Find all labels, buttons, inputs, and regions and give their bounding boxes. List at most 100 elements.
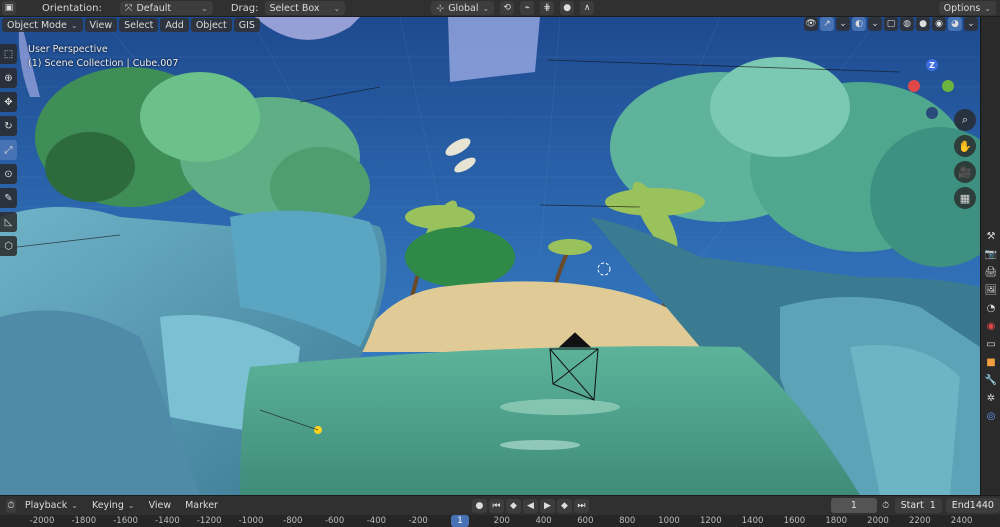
transform-tool-icon[interactable]: ⊙ [0, 164, 17, 184]
select-box-tool-icon[interactable]: ⬚ [0, 44, 17, 64]
zoom-icon[interactable]: ⌕ [954, 109, 976, 131]
timeline-view-menu[interactable]: View [144, 499, 177, 513]
chevron-down-icon: ⌄ [71, 501, 78, 510]
top-header-bar: ▣ Orientation: ⤧ Default ⌄ Drag: Select … [0, 0, 1000, 16]
snap-target-icon[interactable]: ⋕ [540, 1, 555, 15]
proportional-edit-icon[interactable]: ● [560, 1, 575, 15]
current-frame-marker[interactable]: 1 [451, 515, 469, 527]
modifier-properties-icon[interactable]: 🔧 [981, 371, 1000, 389]
falloff-icon[interactable]: ∧ [580, 1, 595, 15]
navigation-gizmo[interactable]: Z [902, 47, 962, 127]
tool-properties-icon[interactable]: ⚒ [981, 227, 1000, 245]
y-axis-icon[interactable] [942, 80, 954, 92]
view-menu[interactable]: View [84, 18, 118, 32]
ruler-tick-label: 2200 [908, 516, 931, 526]
prev-keyframe-icon[interactable]: ◆ [505, 498, 521, 513]
ruler-tick-label: 2000 [867, 516, 889, 526]
pan-hand-icon[interactable]: ✋ [954, 135, 976, 157]
view-layer-properties-icon[interactable]: 🖼 [981, 281, 1000, 299]
annotate-tool-icon[interactable]: ✎ [0, 188, 17, 208]
world-properties-icon[interactable]: ◉ [981, 317, 1000, 335]
solid-shading-icon[interactable]: ● [916, 17, 930, 31]
render-properties-icon[interactable]: 📷 [981, 245, 1000, 263]
object-properties-icon[interactable]: ■ [981, 353, 1000, 371]
pivot-icon[interactable]: ⟲ [500, 1, 515, 15]
next-keyframe-icon[interactable]: ◆ [556, 498, 572, 513]
drag-dropdown[interactable]: Select Box ⌄ [264, 1, 346, 15]
x-axis-icon[interactable] [908, 80, 920, 92]
ruler-tick-label: 2400 [950, 516, 973, 526]
rotate-tool-icon[interactable]: ↻ [0, 116, 17, 136]
ruler-tick-label: 1800 [825, 516, 848, 526]
jump-end-icon[interactable]: ⏭ [573, 498, 589, 513]
transform-orientation-dropdown[interactable]: ⊹ Global ⌄ [431, 1, 495, 15]
jump-start-icon[interactable]: ⏮ [488, 498, 504, 513]
axis-icon: ⊹ [436, 2, 445, 14]
chevron-down-icon[interactable]: ⌄ [868, 17, 882, 31]
marker-menu[interactable]: Marker [180, 499, 223, 513]
overlay-icon[interactable]: ◐ [852, 17, 866, 31]
add-cube-tool-icon[interactable]: ⬡ [0, 236, 17, 256]
stopwatch-icon[interactable]: ⏱ [881, 499, 891, 513]
editor-type-icon[interactable]: ▣ [2, 1, 16, 15]
z-axis-icon[interactable]: Z [926, 59, 938, 71]
orientation-value: Default [136, 2, 172, 14]
ruler-tick-label: 1400 [741, 516, 764, 526]
chevron-down-icon: ⌄ [201, 3, 208, 13]
record-icon[interactable]: ● [471, 498, 487, 513]
scale-tool-icon[interactable]: ⤢ [0, 140, 17, 160]
ruler-tick-label: 200 [493, 516, 510, 526]
object-menu[interactable]: Object [190, 18, 232, 32]
wireframe-shading-icon[interactable]: ◍ [900, 17, 914, 31]
timeline-editor-icon[interactable]: ⏱ [6, 498, 16, 513]
start-frame-field[interactable]: Start 1 [894, 498, 942, 513]
current-frame-field[interactable]: 1 [830, 498, 877, 513]
3d-viewport[interactable]: User Perspective (1) Scene Collection | … [0, 17, 980, 495]
scene-properties-icon[interactable]: ◔ [981, 299, 1000, 317]
ruler-tick-label: 1600 [783, 516, 806, 526]
visibility-eye-icon[interactable]: 👁 [804, 17, 818, 31]
mode-dropdown[interactable]: Object Mode ⌄ [2, 18, 83, 32]
viewport-header-right: 👁 ↗ ⌄ ◐ ⌄ ▢ ◍ ● ◉ ◕ ⌄ [804, 17, 978, 33]
gis-menu[interactable]: GIS [233, 18, 260, 32]
play-icon[interactable]: ▶ [539, 498, 555, 513]
select-menu[interactable]: Select [119, 18, 159, 32]
material-shading-icon[interactable]: ◉ [932, 17, 946, 31]
xray-icon[interactable]: ▢ [884, 17, 898, 31]
chevron-down-icon: ⌄ [127, 501, 135, 510]
end-frame-field[interactable]: End 1440 [945, 498, 1000, 513]
gizmo-toggle-icon[interactable]: ↗ [820, 17, 834, 31]
timeline-ruler[interactable]: -2000 -1800 -1600 -1400 -1200 -1000 -800 -600 -4… [0, 515, 1000, 527]
move-tool-icon[interactable]: ✥ [0, 92, 17, 112]
drag-label: Drag: [230, 2, 259, 14]
ruler-tick-label: 800 [619, 516, 636, 526]
options-label: Options [943, 2, 981, 14]
chevron-down-icon[interactable]: ⌄ [964, 17, 978, 31]
viewport-scene [0, 17, 980, 495]
orientation-dropdown[interactable]: ⤧ Default ⌄ [119, 1, 213, 15]
keying-menu[interactable]: Keying ⌄ [87, 499, 140, 513]
add-menu[interactable]: Add [160, 18, 189, 32]
options-dropdown[interactable]: Options ⌄ [938, 1, 996, 15]
chevron-down-icon[interactable]: ⌄ [836, 17, 850, 31]
ruler-tick-label: 1000 [658, 516, 680, 526]
drag-value: Select Box [269, 2, 320, 14]
snap-icon[interactable]: ⌁ [520, 1, 535, 15]
particles-properties-icon[interactable]: ✲ [981, 389, 1000, 407]
measure-tool-icon[interactable]: ◺ [0, 212, 17, 232]
rendered-shading-icon[interactable]: ◕ [948, 17, 962, 31]
cursor-tool-icon[interactable]: ⊕ [0, 68, 17, 88]
camera-view-icon[interactable]: 🎥 [954, 161, 976, 183]
play-reverse-icon[interactable]: ◀ [522, 498, 538, 513]
playback-controls: ● ⏮ ◆ ◀ ▶ ◆ ⏭ [471, 498, 589, 513]
ruler-tick-label: -800 [283, 516, 303, 526]
ruler-tick-label: 600 [577, 516, 594, 526]
collection-properties-icon[interactable]: ▭ [981, 335, 1000, 353]
output-properties-icon[interactable]: 🖨 [981, 263, 1000, 281]
ortho-grid-icon[interactable]: ▦ [954, 187, 976, 209]
orientation-icon: ⤧ [124, 2, 133, 14]
physics-properties-icon[interactable]: ◎ [981, 407, 1000, 425]
chevron-down-icon: ⌄ [70, 20, 78, 30]
neg-z-axis-icon[interactable] [926, 107, 938, 119]
playback-menu[interactable]: Playback ⌄ [20, 499, 83, 513]
